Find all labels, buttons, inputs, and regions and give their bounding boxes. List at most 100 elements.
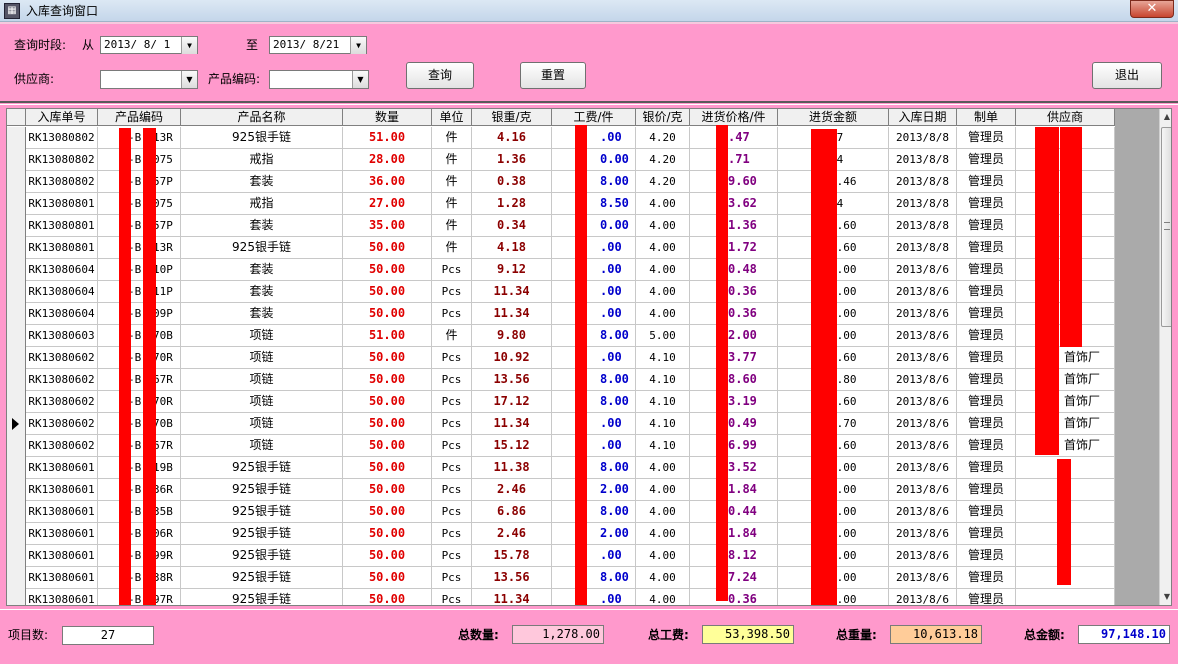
cell-labor[interactable]: 8.00 — [552, 369, 636, 391]
cell-product-name[interactable]: 项链 — [181, 391, 343, 413]
cell-product-code[interactable]: -B 99R — [98, 545, 181, 567]
cell-silver-weight[interactable]: 11.38 — [472, 457, 552, 479]
cell-silver-price[interactable]: 4.00 — [636, 501, 690, 523]
cell-unit[interactable]: Pcs — [432, 413, 472, 435]
cell-date[interactable]: 2013/8/8 — [889, 149, 957, 171]
cell-quantity[interactable]: 35.00 — [343, 215, 432, 237]
cell-unit[interactable]: Pcs — [432, 435, 472, 457]
cell-unit-price[interactable]: 3.52 — [690, 457, 778, 479]
cell-unit[interactable]: 件 — [432, 193, 472, 215]
cell-product-code[interactable]: -B 70R — [98, 391, 181, 413]
date-from-picker[interactable]: 2013/ 8/ 1 ▼ — [100, 36, 198, 54]
cell-silver-weight[interactable]: 9.80 — [472, 325, 552, 347]
cell-supplier[interactable] — [1016, 589, 1115, 605]
table-row[interactable]: RK13080601 -B 99R 925银手链 50.00 Pcs 15.78.00 4.0… — [7, 545, 1115, 567]
cell-unit[interactable]: 件 — [432, 237, 472, 259]
scroll-thumb[interactable] — [1161, 127, 1171, 327]
cell-labor[interactable]: .00 — [552, 127, 636, 149]
cell-unit-price[interactable]: 0.36 — [690, 303, 778, 325]
cell-supplier[interactable]: 首饰厂 — [1016, 435, 1115, 457]
exit-button[interactable]: 退出 — [1092, 62, 1162, 89]
row-selector[interactable] — [7, 127, 26, 149]
cell-labor[interactable]: .00 — [552, 435, 636, 457]
cell-unit[interactable]: 件 — [432, 171, 472, 193]
cell-product-code[interactable]: -B 35B — [98, 501, 181, 523]
cell-creator[interactable]: 管理员 — [957, 127, 1016, 149]
cell-unit-price[interactable]: .47 — [690, 127, 778, 149]
cell-order-no[interactable]: RK13080601 — [26, 457, 98, 479]
cell-date[interactable]: 2013/8/6 — [889, 435, 957, 457]
cell-product-name[interactable]: 套装 — [181, 259, 343, 281]
cell-quantity[interactable]: 50.00 — [343, 237, 432, 259]
cell-order-no[interactable]: RK13080602 — [26, 435, 98, 457]
cell-date[interactable]: 2013/8/8 — [889, 215, 957, 237]
supplier-select[interactable]: ▼ — [100, 70, 198, 89]
cell-labor[interactable]: .00 — [552, 589, 636, 605]
table-row[interactable]: RK13080801-B075戒指27.00件1.288.504.003.627… — [7, 193, 1115, 215]
cell-unit[interactable]: Pcs — [432, 369, 472, 391]
table-row[interactable]: RK13080601 -B 36R 925银手链 50.00 Pcs 2.46 2.00 4.0… — [7, 479, 1115, 501]
cell-date[interactable]: 2013/8/8 — [889, 171, 957, 193]
cell-product-code[interactable]: -B 70R — [98, 347, 181, 369]
table-row[interactable]: RK13080601 -B 97R 925银手链 50.00 Pcs 11.34.00 4.0… — [7, 589, 1115, 605]
cell-silver-price[interactable]: 4.00 — [636, 589, 690, 605]
cell-silver-price[interactable]: 4.10 — [636, 369, 690, 391]
cell-product-code[interactable]: -B 19B — [98, 457, 181, 479]
cell-product-name[interactable]: 925银手链 — [181, 523, 343, 545]
cell-product-name[interactable]: 项链 — [181, 347, 343, 369]
cell-silver-weight[interactable]: 11.34 — [472, 413, 552, 435]
chevron-down-icon[interactable]: ▼ — [181, 37, 197, 54]
inbound-grid[interactable]: 入库单号 产品编码 产品名称 数量 单位 银重/克 工费/件 银价/克 进货价格/件 进货金额 入库… — [6, 108, 1172, 606]
cell-silver-price[interactable]: 4.00 — [636, 281, 690, 303]
cell-unit-price[interactable]: .71 — [690, 149, 778, 171]
header-col-order-no[interactable]: 入库单号 — [26, 109, 98, 126]
header-col-amount[interactable]: 进货金额 — [778, 109, 889, 126]
chevron-down-icon[interactable]: ▼ — [350, 37, 366, 54]
row-selector[interactable] — [7, 259, 26, 281]
header-col-unit-price[interactable]: 进货价格/件 — [690, 109, 778, 126]
table-row[interactable]: RK13080601 -B 19B 925银手链 50.00 Pcs 11.38 8.00 4.… — [7, 457, 1115, 479]
cell-labor[interactable]: .00 — [552, 413, 636, 435]
header-col-unit[interactable]: 单位 — [432, 109, 472, 126]
table-row[interactable]: RK13080603 -B 70B 项链 51.00 件 9.80 8.00 5.00 2.00 2… — [7, 325, 1115, 347]
cell-labor[interactable]: 8.00 — [552, 567, 636, 589]
cell-order-no[interactable]: RK13080604 — [26, 303, 98, 325]
cell-unit-price[interactable]: 9.60 — [690, 171, 778, 193]
cell-order-no[interactable]: RK13080801 — [26, 237, 98, 259]
cell-silver-weight[interactable]: 15.78 — [472, 545, 552, 567]
cell-creator[interactable]: 管理员 — [957, 413, 1016, 435]
cell-product-code[interactable]: -B 13R — [98, 237, 181, 259]
cell-product-code[interactable]: -B 11P — [98, 281, 181, 303]
cell-unit[interactable]: 件 — [432, 127, 472, 149]
cell-labor[interactable]: 0.00 — [552, 215, 636, 237]
row-selector[interactable] — [7, 479, 26, 501]
cell-labor[interactable]: 8.50 — [552, 193, 636, 215]
cell-product-code[interactable]: -B 70B — [98, 413, 181, 435]
cell-order-no[interactable]: RK13080801 — [26, 215, 98, 237]
cell-product-name[interactable]: 套装 — [181, 303, 343, 325]
cell-unit-price[interactable]: 0.36 — [690, 589, 778, 605]
cell-order-no[interactable]: RK13080601 — [26, 567, 98, 589]
cell-product-name[interactable]: 925银手链 — [181, 545, 343, 567]
cell-silver-weight[interactable]: 2.46 — [472, 479, 552, 501]
cell-product-code[interactable]: -B 70B — [98, 325, 181, 347]
cell-unit-price[interactable]: 1.84 — [690, 479, 778, 501]
cell-unit[interactable]: Pcs — [432, 479, 472, 501]
cell-supplier[interactable]: 首饰厂 — [1016, 369, 1115, 391]
row-selector[interactable] — [7, 523, 26, 545]
row-selector[interactable] — [7, 369, 26, 391]
cell-product-name[interactable]: 项链 — [181, 369, 343, 391]
cell-labor[interactable]: .00 — [552, 347, 636, 369]
row-selector[interactable] — [7, 347, 26, 369]
product-code-select[interactable]: ▼ — [269, 70, 369, 89]
cell-labor[interactable]: 8.00 — [552, 501, 636, 523]
scroll-up-icon[interactable]: ▲ — [1160, 109, 1171, 125]
cell-product-name[interactable]: 925银手链 — [181, 127, 343, 149]
cell-quantity[interactable]: 50.00 — [343, 501, 432, 523]
cell-silver-weight[interactable]: 9.12 — [472, 259, 552, 281]
cell-quantity[interactable]: 51.00 — [343, 325, 432, 347]
cell-date[interactable]: 2013/8/6 — [889, 479, 957, 501]
cell-order-no[interactable]: RK13080801 — [26, 193, 98, 215]
cell-creator[interactable]: 管理员 — [957, 303, 1016, 325]
cell-labor[interactable]: 2.00 — [552, 523, 636, 545]
